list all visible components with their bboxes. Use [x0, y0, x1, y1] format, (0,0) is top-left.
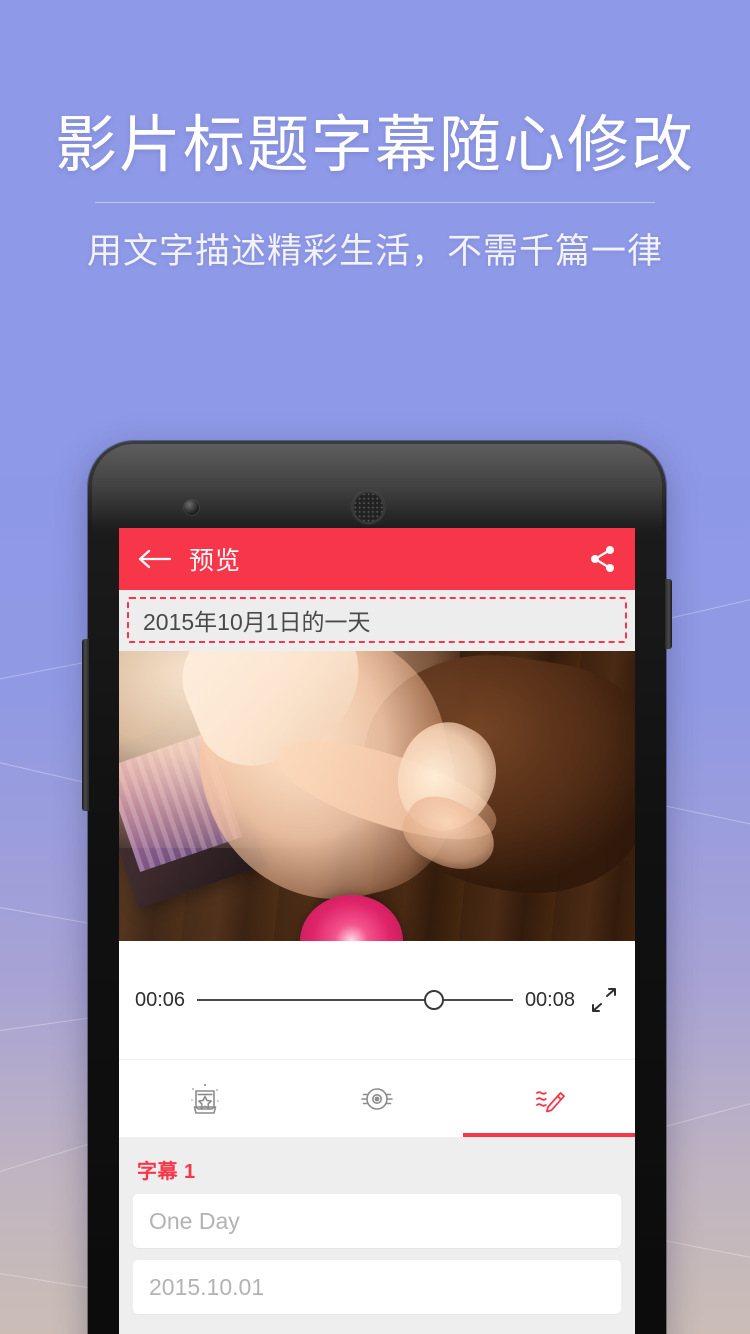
subtitle-1-line-2-input[interactable]: 2015.10.01 — [133, 1260, 621, 1314]
earpiece-speaker-icon — [352, 491, 385, 524]
total-time-label: 00:08 — [524, 988, 575, 1011]
player-controls: 00:06 00:08 — [119, 941, 635, 1059]
promo-subheadline: 用文字描述精彩生活，不需千篇一律 — [86, 232, 663, 272]
phone-screen: 预览 2015年10月1日的一天 00:06 00:08 字幕 1 One Da… — [119, 528, 635, 1334]
fullscreen-expand-icon[interactable] — [589, 985, 619, 1015]
subtitle-list: 字幕 1 One Day 2015.10.01 字幕 2 — [119, 1137, 635, 1334]
promo-divider — [95, 202, 655, 204]
subtitle-2-label: 字幕 2 — [133, 1326, 621, 1334]
music-disc-icon — [361, 1087, 393, 1110]
promo-headline: 影片标题字幕随心修改 — [54, 111, 695, 180]
share-icon[interactable] — [589, 545, 617, 573]
magic-jar-star-icon — [191, 1083, 219, 1114]
phone-device-mockup: 预览 2015年10月1日的一天 00:06 00:08 字幕 1 One Da… — [82, 441, 672, 1334]
back-arrow-icon[interactable] — [137, 547, 172, 571]
seek-slider[interactable] — [197, 989, 513, 1011]
tab-music[interactable] — [291, 1060, 463, 1137]
subtitle-1-label: 字幕 1 — [137, 1161, 196, 1183]
promo-banner: 影片标题字幕随心修改 用文字描述精彩生活，不需千篇一律 — [0, 0, 750, 274]
app-bar: 预览 — [119, 528, 635, 590]
page-title: 预览 — [189, 547, 242, 575]
tab-theme[interactable] — [119, 1060, 291, 1137]
seek-track — [197, 999, 513, 1001]
tab-subtitle[interactable] — [463, 1060, 635, 1137]
editor-tab-bar — [119, 1059, 635, 1137]
video-preview[interactable] — [119, 651, 635, 941]
title-field-container: 2015年10月1日的一天 — [119, 590, 635, 651]
preview-color-grade — [119, 651, 635, 941]
subtitle-1-line-1-input[interactable]: One Day — [133, 1194, 621, 1248]
volume-button[interactable] — [82, 639, 89, 811]
seek-thumb[interactable] — [423, 990, 444, 1010]
front-camera-icon — [184, 500, 199, 515]
power-button[interactable] — [665, 579, 672, 649]
pencil-edit-icon — [536, 1090, 565, 1112]
movie-title-input[interactable]: 2015年10月1日的一天 — [127, 597, 627, 643]
current-time-label: 00:06 — [135, 988, 186, 1011]
